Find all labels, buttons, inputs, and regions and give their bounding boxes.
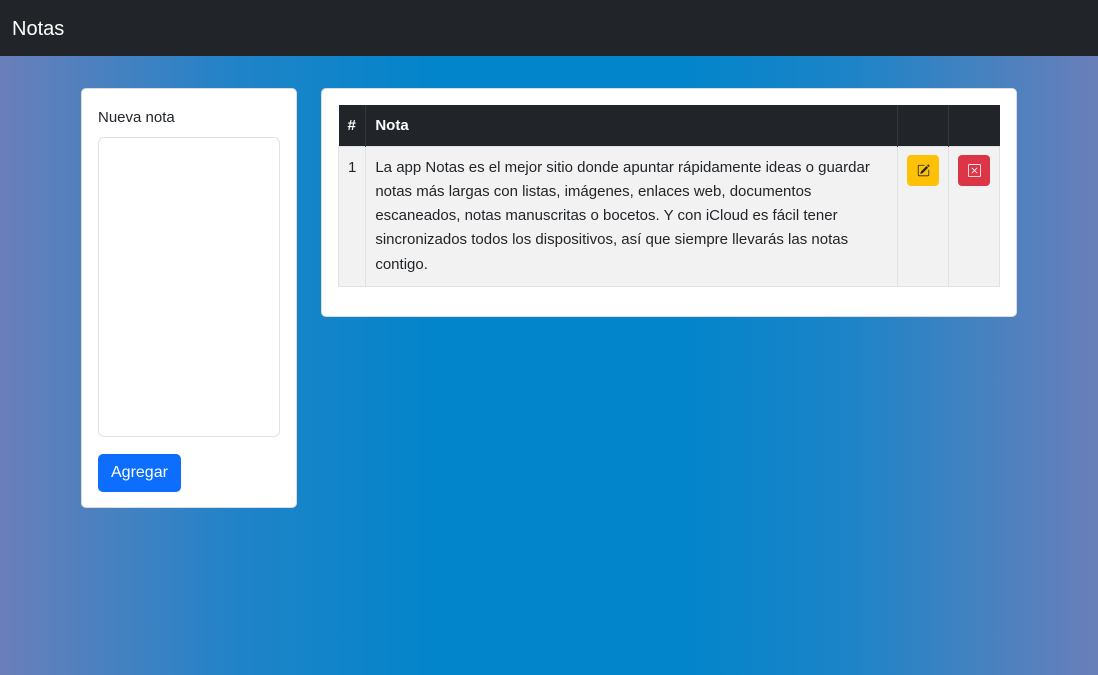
navbar: Notas: [0, 0, 1098, 56]
header-delete: [948, 105, 1000, 146]
header-edit: [897, 105, 949, 146]
row-number: 1: [337, 145, 367, 287]
x-square-icon: [967, 163, 981, 177]
notes-card: # Nota 1 La app Notas es el mejor sitio …: [321, 88, 1017, 317]
header-number: #: [338, 105, 367, 146]
row-delete-cell: [948, 145, 1000, 287]
new-note-card: Nueva nota Agregar: [81, 88, 297, 508]
header-note: Nota: [365, 105, 898, 146]
new-note-textarea[interactable]: [98, 137, 280, 437]
add-button[interactable]: Agregar: [98, 454, 181, 492]
delete-button[interactable]: [958, 154, 990, 186]
row-edit-cell: [897, 145, 949, 287]
notes-table: # Nota 1 La app Notas es el mejor sitio …: [337, 105, 1000, 287]
new-note-label: Nueva nota: [98, 109, 175, 126]
edit-button[interactable]: [907, 154, 939, 186]
pencil-square-icon: [917, 163, 930, 177]
table-header-row: # Nota: [338, 105, 1000, 146]
row-note-text: La app Notas es el mejor sitio donde apu…: [365, 145, 898, 287]
table-row: 1 La app Notas es el mejor sitio donde a…: [337, 145, 1000, 287]
navbar-brand[interactable]: Notas: [12, 17, 64, 41]
